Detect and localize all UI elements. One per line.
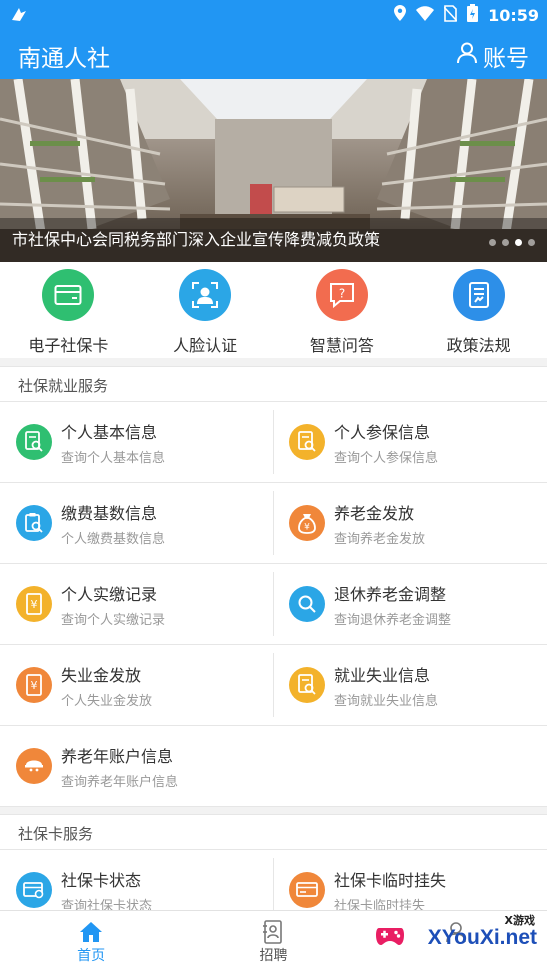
- service-pension-adjustment[interactable]: 退休养老金调整 查询退休养老金调整: [273, 564, 546, 644]
- quick-action-label: 智慧问答: [309, 336, 374, 355]
- status-bar: 10:59: [0, 0, 547, 29]
- banner-caption: 市社保中心会同税务部门深入企业宣传降费减负政策: [12, 230, 381, 249]
- watermark-text: XYouXi.net: [427, 926, 537, 949]
- service-row: ¥ 失业金发放 个人失业金发放 就业失业信息 查询就业失业信息: [0, 645, 547, 726]
- account-label: 账号: [483, 46, 529, 72]
- notification-app-icon: [10, 5, 28, 27]
- service-title: 个人基本信息: [61, 422, 158, 442]
- location-icon: [394, 5, 407, 25]
- yuan-document-icon: ¥: [16, 667, 52, 703]
- tab-label: 招聘: [259, 948, 288, 964]
- money-bag-icon: ¥: [289, 505, 325, 541]
- service-title: 退休养老金调整: [334, 584, 447, 604]
- service-employment-info[interactable]: 就业失业信息 查询就业失业信息: [273, 645, 546, 725]
- service-title: 养老金发放: [334, 503, 415, 523]
- card-lost-icon: [289, 872, 325, 908]
- app-bar: 南通人社 账号: [0, 29, 547, 79]
- pager-dot[interactable]: [502, 239, 509, 246]
- pager-dot[interactable]: [528, 239, 535, 246]
- chat-question-icon: ?: [315, 269, 368, 321]
- pager-dot[interactable]: [489, 239, 496, 246]
- quick-action-smart-qa[interactable]: ? 智慧问答: [274, 262, 411, 358]
- service-pension-account[interactable]: 养老年账户信息 查询养老年账户信息: [0, 726, 273, 806]
- document-search-icon: [289, 667, 325, 703]
- service-subtitle: 查询就业失业信息: [334, 693, 439, 709]
- section-title: 社保就业服务: [18, 377, 109, 395]
- clock: 10:59: [488, 5, 539, 25]
- quick-action-label: 政策法规: [446, 336, 511, 355]
- quick-action-policy[interactable]: 政策法规: [410, 262, 547, 358]
- service-subtitle: 个人缴费基数信息: [61, 531, 166, 547]
- app-title: 南通人社: [18, 46, 110, 72]
- banner-pager: [489, 239, 535, 246]
- document-search-icon: [289, 424, 325, 460]
- service-subtitle: 查询个人参保信息: [334, 450, 439, 466]
- service-subtitle: 个人失业金发放: [61, 693, 153, 709]
- svg-text:¥: ¥: [31, 679, 38, 692]
- service-subtitle: 查询养老年账户信息: [61, 774, 179, 790]
- pager-dot-active[interactable]: [515, 239, 522, 246]
- section-title: 社保卡服务: [18, 825, 94, 843]
- wifi-icon: [416, 5, 435, 25]
- user-icon: [457, 42, 477, 70]
- service-title: 个人参保信息: [334, 422, 431, 442]
- quick-action-face-auth[interactable]: 人脸认证: [137, 262, 274, 358]
- quick-actions: 电子社保卡 人脸认证 ? 智慧问答 政策法规: [0, 262, 547, 358]
- svg-text:¥: ¥: [31, 598, 38, 611]
- service-title: 个人实缴记录: [61, 584, 158, 604]
- service-personal-insurance-info[interactable]: 个人参保信息 查询个人参保信息: [273, 402, 546, 482]
- section-header-card: 社保卡服务: [0, 814, 547, 850]
- service-subtitle: 查询养老金发放: [334, 531, 426, 547]
- watermark: X游戏 XYouXi.net: [361, 912, 541, 966]
- section-header-employment: 社保就业服务: [0, 366, 547, 402]
- service-title: 社保卡状态: [61, 870, 142, 890]
- home-icon: [0, 919, 182, 945]
- service-pension-payment[interactable]: ¥ 养老金发放 查询养老金发放: [273, 483, 546, 563]
- document-icon: [452, 269, 505, 321]
- resume-icon: [182, 919, 364, 945]
- service-subtitle: 查询退休养老金调整: [334, 612, 452, 628]
- service-subtitle: 查询个人实缴记录: [61, 612, 166, 628]
- service-title: 养老年账户信息: [61, 746, 174, 766]
- svg-text:¥: ¥: [304, 523, 310, 533]
- service-title: 失业金发放: [61, 665, 142, 685]
- no-sim-icon: [443, 4, 458, 26]
- account-button[interactable]: 账号: [457, 39, 529, 73]
- service-title: 社保卡临时挂失: [334, 870, 447, 890]
- quick-action-ecard[interactable]: 电子社保卡: [0, 262, 137, 358]
- gamepad-logo-icon: [376, 928, 404, 945]
- tab-recruitment[interactable]: 招聘: [182, 911, 364, 974]
- clipboard-search-icon: [16, 505, 52, 541]
- service-paid-records[interactable]: ¥ 个人实缴记录 查询个人实缴记录: [0, 564, 273, 644]
- tab-home[interactable]: 首页: [0, 911, 182, 974]
- service-contribution-base[interactable]: 缴费基数信息 个人缴费基数信息: [0, 483, 273, 563]
- service-personal-basic-info[interactable]: 个人基本信息 查询个人基本信息: [0, 402, 273, 482]
- service-row: 养老年账户信息 查询养老年账户信息: [0, 726, 547, 807]
- face-scan-icon: [179, 269, 232, 321]
- service-row: ¥ 个人实缴记录 查询个人实缴记录 退休养老金调整 查询退休养老金调整: [0, 564, 547, 645]
- quick-action-label: 电子社保卡: [28, 336, 109, 355]
- service-unemployment-benefit[interactable]: ¥ 失业金发放 个人失业金发放: [0, 645, 273, 725]
- card-status-icon: [16, 872, 52, 908]
- tab-label: 首页: [77, 948, 106, 964]
- document-search-icon: [16, 424, 52, 460]
- service-row: 个人基本信息 查询个人基本信息 个人参保信息 查询个人参保信息: [0, 402, 547, 483]
- quick-action-label: 人脸认证: [173, 336, 238, 355]
- news-banner[interactable]: 市社保中心会同税务部门深入企业宣传降费减负政策: [0, 79, 547, 262]
- battery-icon: [467, 4, 479, 26]
- service-title: 就业失业信息: [334, 665, 431, 685]
- employment-services-grid: 个人基本信息 查询个人基本信息 个人参保信息 查询个人参保信息 缴费基数信息 个…: [0, 402, 547, 807]
- search-icon: [289, 586, 325, 622]
- elder-face-icon: [16, 748, 52, 784]
- yuan-document-icon: ¥: [16, 586, 52, 622]
- service-row: 缴费基数信息 个人缴费基数信息 ¥ 养老金发放 查询养老金发放: [0, 483, 547, 564]
- card-icon: [42, 269, 95, 321]
- service-title: 缴费基数信息: [61, 503, 158, 523]
- svg-text:?: ?: [339, 287, 345, 301]
- service-subtitle: 查询个人基本信息: [61, 450, 166, 466]
